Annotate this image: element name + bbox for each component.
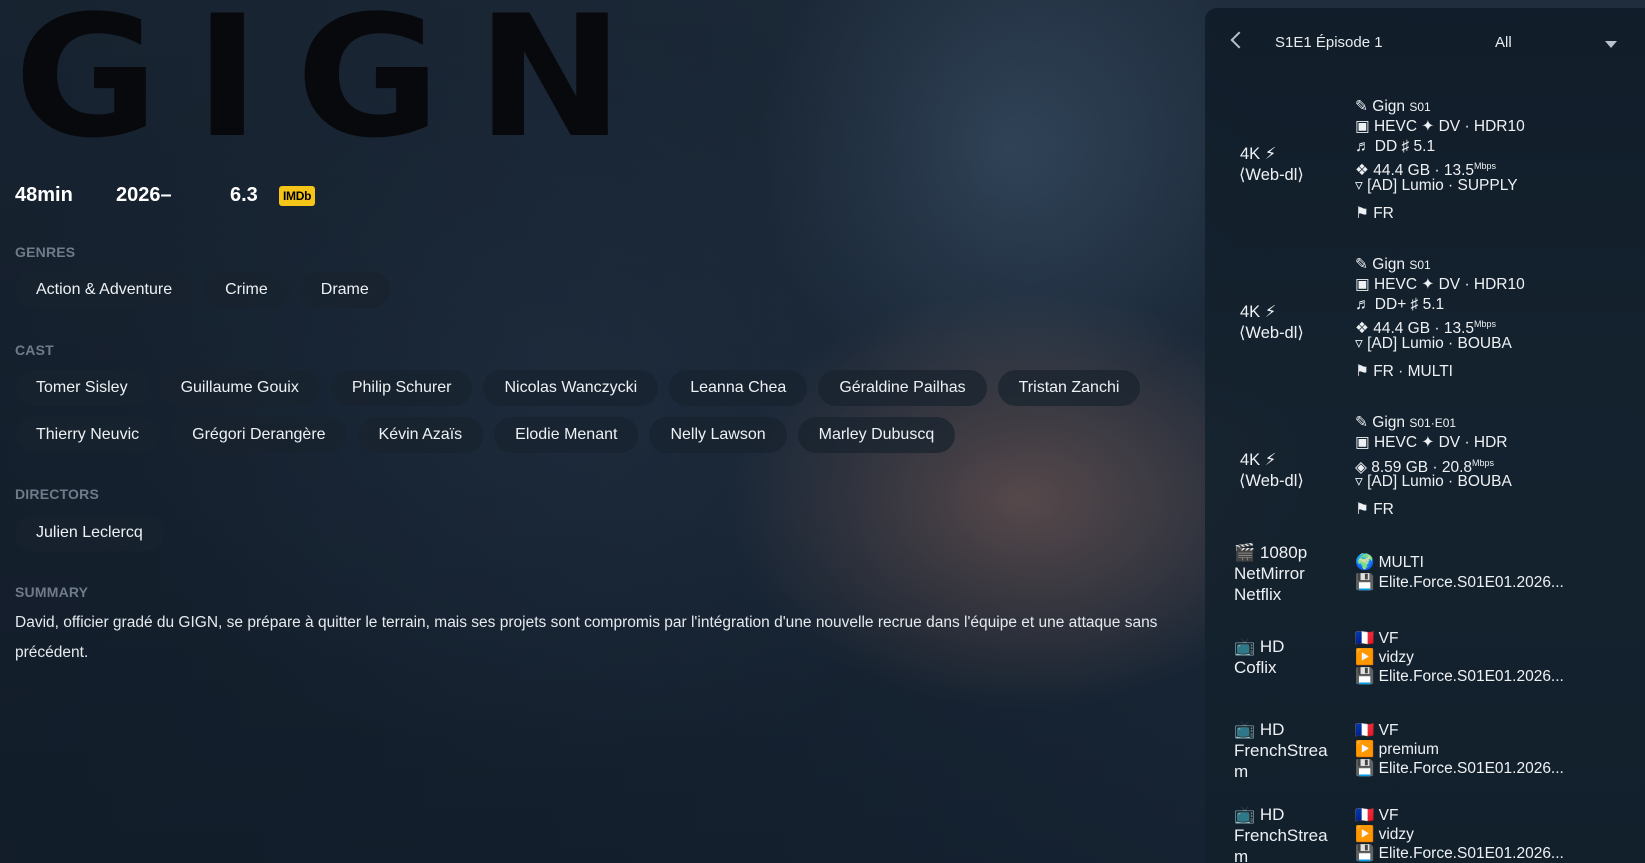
source-languages: ⚑ FR — [1355, 501, 1394, 518]
source-item[interactable]: 📺 HD FrenchStrea m 🇫🇷 VF ▶️ vidzy 💾 Elit… — [1205, 804, 1645, 863]
cast-chip[interactable]: Tristan Zanchi — [997, 370, 1141, 406]
filter-select[interactable]: All — [1495, 34, 1512, 51]
cast-chip[interactable]: Marley Dubuscq — [797, 417, 956, 453]
cast-chip[interactable]: Guillaume Gouix — [159, 370, 320, 406]
summary-heading: SUMMARY — [15, 584, 89, 600]
genre-chip[interactable]: Action & Adventure — [15, 272, 194, 308]
show-meta: 48min 2026– 6.3 IMDb — [15, 184, 316, 207]
cast-row-2: Thierry Neuvic Grégori Derangère Kévin A… — [15, 417, 956, 453]
source-quality: 4K ⚡ — [1240, 451, 1277, 469]
source-audio: ♬ DD+ ♯ 5.1 — [1355, 296, 1445, 313]
source-item[interactable]: 🎬 1080p NetMirror Netflix 🌍 MULTI 💾 Elit… — [1205, 542, 1645, 612]
cast-chip[interactable]: Nelly Lawson — [649, 417, 787, 453]
cast-chip[interactable]: Leanna Chea — [669, 370, 808, 406]
source-type: ⟨Web-dl⟩ — [1239, 166, 1304, 184]
source-quality: 4K ⚡ — [1240, 303, 1277, 321]
summary-text: David, officier gradé du GIGN, se prépar… — [15, 614, 1158, 661]
source-provider: FrenchStrea — [1234, 826, 1328, 845]
sources-panel: S1E1 Épisode 1 All 4K ⚡ ⟨Web-dl⟩ ✎ Gign … — [1205, 8, 1645, 863]
source-provider-cont: m — [1234, 762, 1249, 781]
genres-heading: GENRES — [15, 244, 76, 260]
back-arrow-icon[interactable] — [1230, 31, 1248, 49]
episode-title: S1E1 Épisode 1 — [1275, 34, 1383, 51]
source-provider: FrenchStrea — [1234, 741, 1328, 760]
runtime: 48min — [15, 184, 73, 206]
source-language: 🇫🇷 VF — [1355, 630, 1399, 647]
year: 2026– — [116, 184, 172, 206]
director-chip[interactable]: Julien Leclercq — [15, 515, 164, 551]
source-group: ▿ [AD] Lumio · SUPPLY — [1355, 177, 1518, 194]
source-quality: 4K ⚡ — [1240, 145, 1277, 163]
cast-chip[interactable]: Kévin Azaïs — [357, 417, 484, 453]
source-audio: ♬ DD ♯ 5.1 — [1355, 138, 1436, 155]
source-provider-cont: m — [1234, 847, 1249, 863]
source-group: ▿ [AD] Lumio · BOUBA — [1355, 473, 1512, 490]
source-name: ✎ Gign S01 — [1355, 98, 1431, 115]
source-provider: NetMirror — [1234, 564, 1305, 583]
source-service: Netflix — [1234, 585, 1282, 604]
source-video: ▣ HEVC ✦ DV · HDR — [1355, 434, 1508, 451]
source-item[interactable]: 📺 HD FrenchStrea m 🇫🇷 VF ▶️ premium 💾 El… — [1205, 719, 1645, 785]
cast-row-1: Tomer Sisley Guillaume Gouix Philip Schu… — [15, 370, 1141, 406]
cast-chip[interactable]: Thierry Neuvic — [15, 417, 161, 453]
source-item[interactable]: 4K ⚡ ⟨Web-dl⟩ ✎ Gign S01·E01 ▣ HEVC ✦ DV… — [1205, 404, 1645, 524]
cast-chip[interactable]: Elodie Menant — [494, 417, 639, 453]
cast-chip[interactable]: Géraldine Pailhas — [818, 370, 987, 406]
source-quality: 📺 HD — [1234, 720, 1285, 739]
source-languages: ⚑ FR — [1355, 205, 1394, 222]
source-name: ✎ Gign S01·E01 — [1355, 414, 1457, 431]
source-filename: 💾 Elite.Force.S01E01.2026... — [1355, 845, 1564, 862]
source-video: ▣ HEVC ✦ DV · HDR10 — [1355, 118, 1525, 135]
show-logo: GIGN — [14, 0, 660, 175]
genre-chip[interactable]: Drame — [299, 272, 390, 308]
source-filename: 💾 Elite.Force.S01E01.2026... — [1355, 668, 1564, 685]
source-language: 🇫🇷 VF — [1355, 722, 1399, 739]
imdb-badge: IMDb — [279, 185, 316, 206]
source-item[interactable]: 📺 HD Coflix 🇫🇷 VF ▶️ vidzy 💾 Elite.Force… — [1205, 630, 1645, 696]
source-group: ▿ [AD] Lumio · BOUBA — [1355, 335, 1512, 352]
source-video: ▣ HEVC ✦ DV · HDR10 — [1355, 276, 1525, 293]
source-filename: 💾 Elite.Force.S01E01.2026... — [1355, 760, 1564, 777]
source-languages: ⚑ FR · MULTI — [1355, 363, 1453, 380]
genre-chip[interactable]: Crime — [204, 272, 289, 308]
directors-heading: DIRECTORS — [15, 486, 99, 502]
source-host: ▶️ premium — [1355, 741, 1439, 758]
source-language: 🇫🇷 VF — [1355, 807, 1399, 824]
source-host: ▶️ vidzy — [1355, 649, 1414, 666]
source-host: ▶️ vidzy — [1355, 826, 1414, 843]
source-quality: 🎬 1080p — [1234, 543, 1308, 562]
cast-chip[interactable]: Tomer Sisley — [15, 370, 149, 406]
cast-heading: CAST — [15, 342, 54, 358]
source-language: 🌍 MULTI — [1355, 554, 1424, 571]
panel-header: S1E1 Épisode 1 All — [1205, 8, 1645, 78]
source-item[interactable]: 4K ⚡ ⟨Web-dl⟩ ✎ Gign S01 ▣ HEVC ✦ DV · H… — [1205, 246, 1645, 386]
source-provider: Coflix — [1234, 658, 1277, 677]
source-type: ⟨Web-dl⟩ — [1239, 472, 1304, 490]
source-quality: 📺 HD — [1234, 637, 1285, 656]
source-name: ✎ Gign S01 — [1355, 256, 1431, 273]
source-filename: 💾 Elite.Force.S01E01.2026... — [1355, 574, 1564, 591]
chevron-down-icon[interactable] — [1605, 41, 1617, 48]
source-item[interactable]: 4K ⚡ ⟨Web-dl⟩ ✎ Gign S01 ▣ HEVC ✦ DV · H… — [1205, 88, 1645, 228]
genres-list: Action & Adventure Crime Drame — [15, 272, 390, 308]
cast-chip[interactable]: Grégori Derangère — [171, 417, 347, 453]
cast-chip[interactable]: Philip Schurer — [330, 370, 473, 406]
directors-list: Julien Leclercq — [15, 515, 164, 551]
rating: 6.3 — [230, 184, 258, 206]
source-type: ⟨Web-dl⟩ — [1239, 324, 1304, 342]
cast-chip[interactable]: Nicolas Wanczycki — [483, 370, 659, 406]
source-quality: 📺 HD — [1234, 805, 1285, 824]
